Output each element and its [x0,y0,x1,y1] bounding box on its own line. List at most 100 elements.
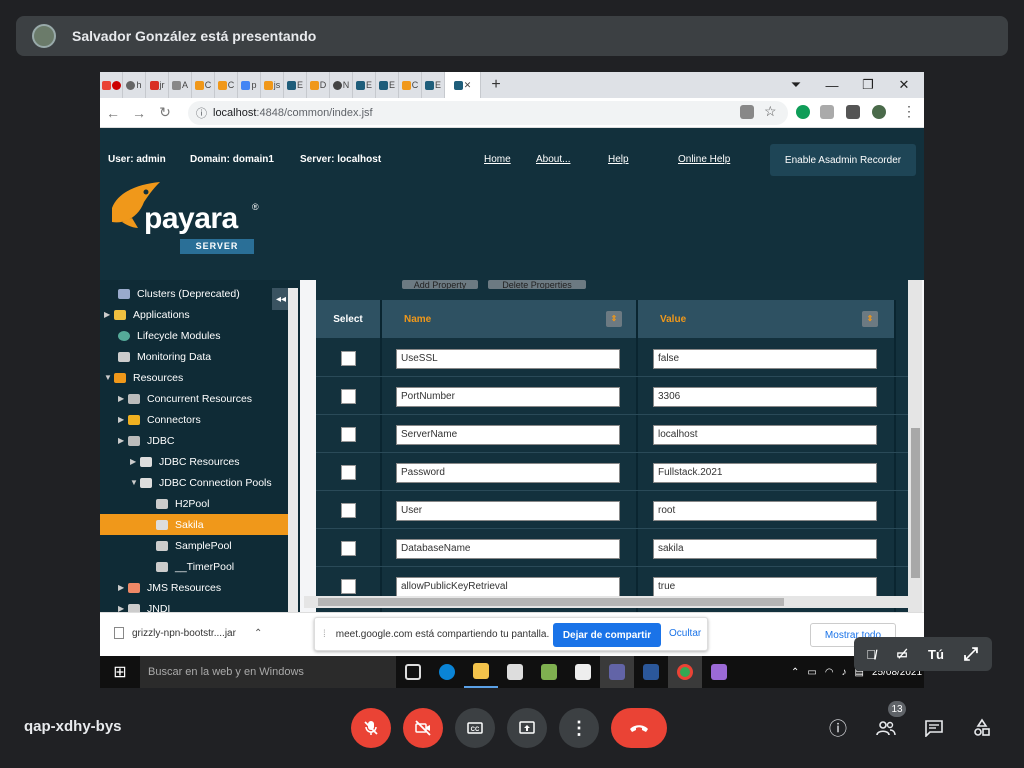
profile-avatar[interactable] [872,105,886,119]
property-value-field[interactable]: sakila [653,539,877,559]
sort-icon[interactable]: ⇕ [862,311,878,327]
menu-dots-icon[interactable]: ⋮ [902,103,916,120]
browser-tab[interactable]: C [399,72,422,98]
hide-notice-link[interactable]: Ocultar [669,628,701,639]
name-column-header[interactable]: Name ⇕ [382,300,636,338]
tree-item-jndi[interactable]: ▶ JNDI [118,598,170,612]
browser-tab[interactable]: C [215,72,238,98]
row-select-checkbox[interactable] [341,503,356,518]
row-select-checkbox[interactable] [341,465,356,480]
expand-arrow-icon[interactable]: ▶ [118,604,128,612]
puzzle-icon[interactable] [846,105,860,119]
wifi-icon[interactable]: ◠ [825,667,834,678]
tab-search-icon[interactable]: ⏷ [778,72,814,98]
chat-icon[interactable] [918,712,950,744]
more-options-button[interactable]: ⋮ [559,708,599,748]
drag-handle-icon[interactable]: ⁞ [323,629,326,640]
home-link[interactable]: Home [484,154,511,165]
browser-tab[interactable]: C [192,72,215,98]
row-select-checkbox[interactable] [341,389,356,404]
browser-tab[interactable]: p [238,72,261,98]
property-name-field[interactable]: allowPublicKeyRetrieval [396,577,620,597]
sort-icon[interactable]: ⇕ [606,311,622,327]
forward-icon[interactable]: → [126,105,152,121]
property-value-field[interactable]: root [653,501,877,521]
tree-item-jdbc-pools[interactable]: ▼ JDBC Connection Pools [130,472,272,493]
address-bar[interactable]: ⓘ localhost:4848/common/index.jsf [188,101,788,125]
close-window-icon[interactable]: ✕ [886,72,922,98]
camera-off-icon[interactable]: ▭̸ [888,647,916,661]
expand-arrow-icon[interactable]: ▶ [118,583,128,592]
browser-tab[interactable]: D [307,72,330,98]
tree-item-jms[interactable]: ▶ JMS Resources [118,577,221,598]
delete-properties-button[interactable]: Delete Properties [488,280,586,289]
tree-item-h2pool[interactable]: H2Pool [146,493,209,514]
help-link[interactable]: Help [608,154,629,165]
microphone-button[interactable] [351,708,391,748]
browser-tab[interactable]: E [422,72,445,98]
tree-item-connectors[interactable]: ▶ Connectors [118,409,201,430]
expand-arrow-icon[interactable]: ▶ [118,436,128,445]
stop-sharing-button[interactable]: Dejar de compartir [553,623,661,647]
tree-item-timerpool[interactable]: __TimerPool [146,556,234,577]
value-column-header[interactable]: Value ⇕ [638,300,894,338]
leave-call-button[interactable] [611,708,667,748]
activities-icon[interactable] [966,712,998,744]
row-select-checkbox[interactable] [341,541,356,556]
camera-button[interactable] [403,708,443,748]
row-select-checkbox[interactable] [341,579,356,594]
property-name-field[interactable]: Password [396,463,620,483]
tree-item-applications[interactable]: ▶ Applications [104,304,190,325]
property-value-field[interactable]: 3306 [653,387,877,407]
tree-item-resources[interactable]: ▼ Resources [104,367,183,388]
browser-tab[interactable]: E [353,72,376,98]
online-help-link[interactable]: Online Help [678,154,730,165]
expand-arrow-icon[interactable]: ▶ [130,457,140,466]
add-property-button[interactable]: Add Property [402,280,478,289]
property-name-field[interactable]: PortNumber [396,387,620,407]
property-value-field[interactable]: localhost [653,425,877,445]
browser-tab[interactable]: E [376,72,399,98]
enable-recorder-button[interactable]: Enable Asadmin Recorder [770,144,916,176]
document-icon[interactable] [566,656,600,688]
browser-tab[interactable]: N [330,72,353,98]
browser-tab[interactable]: js [261,72,284,98]
property-value-field[interactable]: false [653,349,877,369]
volume-icon[interactable]: ♪ [842,667,847,678]
taskbar-search[interactable]: Buscar en la web y en Windows [140,656,396,688]
collapse-arrow-icon[interactable]: ▼ [104,373,114,382]
about-link[interactable]: About... [536,154,570,165]
teams-icon[interactable] [600,656,634,688]
property-value-field[interactable]: Fullstack.2021 [653,463,877,483]
word-icon[interactable] [634,656,668,688]
close-tab-icon[interactable]: ✕ [464,80,472,91]
tree-item-samplepool[interactable]: SamplePool [146,535,232,556]
horizontal-scrollbar[interactable] [304,596,908,608]
mic-off-icon[interactable]: 🎙̸ [854,647,888,662]
battery-icon[interactable]: ▭ [807,667,816,678]
translate-icon[interactable] [740,105,754,119]
scroll-thumb[interactable] [318,598,784,606]
extension-icon[interactable] [820,105,834,119]
new-tab-icon[interactable]: + [481,76,511,94]
present-button[interactable] [507,708,547,748]
chrome-icon[interactable] [668,656,702,688]
browser-tab[interactable]: A [169,72,192,98]
download-item[interactable]: grizzly-npn-bootstr....jar ⌃ [114,627,262,639]
chevron-up-icon[interactable]: ⌃ [791,667,799,678]
minimize-icon[interactable]: — [814,72,850,98]
browser-tab-active[interactable]: ✕ [445,72,481,98]
sidebar-scrollbar[interactable] [288,288,298,612]
property-name-field[interactable]: UseSSL [396,349,620,369]
collapse-arrow-icon[interactable]: ▼ [130,478,140,487]
back-icon[interactable]: ← [100,105,126,121]
vertical-scrollbar[interactable] [908,280,922,612]
property-name-field[interactable]: DatabaseName [396,539,620,559]
expand-arrow-icon[interactable]: ▶ [118,415,128,424]
browser-tab[interactable] [100,72,123,98]
edge-icon[interactable] [430,656,464,688]
tree-item-monitoring[interactable]: Monitoring Data [108,346,211,367]
browser-tab[interactable]: E [284,72,307,98]
property-name-field[interactable]: ServerName [396,425,620,445]
shield-extension-icon[interactable] [796,105,810,119]
